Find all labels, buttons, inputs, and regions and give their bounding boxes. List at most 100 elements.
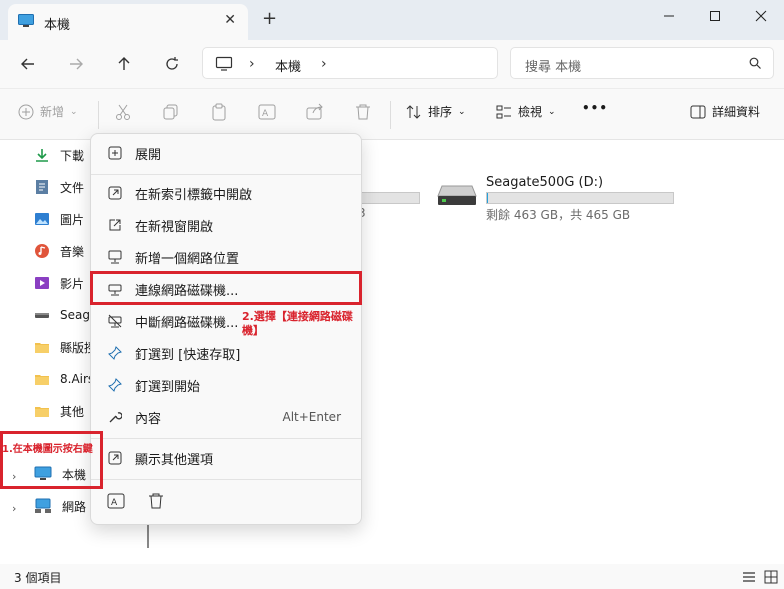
- drive-d-name[interactable]: Seagate500G (D:): [486, 175, 603, 190]
- highlight-map-drive: [90, 271, 362, 305]
- menu-item-properties[interactable]: 內容 Alt+Enter: [97, 403, 355, 431]
- monitor-icon: [215, 56, 233, 71]
- paste-button[interactable]: [210, 103, 228, 121]
- maximize-button[interactable]: [692, 0, 738, 32]
- menu-item-label: 內容: [135, 411, 162, 427]
- delete-button[interactable]: [354, 103, 372, 121]
- menu-item-pin-quick-access[interactable]: 釘選到 [快速存取]: [97, 339, 355, 367]
- menu-item-label: 在新索引標籤中開啟: [135, 187, 253, 203]
- drive-d-usage-bar: [486, 192, 674, 204]
- breadcrumb-separator[interactable]: ›: [249, 56, 255, 72]
- details-view-icon[interactable]: [742, 571, 756, 583]
- menu-item-show-more-options[interactable]: 顯示其他選項: [97, 444, 355, 472]
- new-tab-button[interactable]: +: [262, 10, 277, 28]
- minimize-button[interactable]: [646, 0, 692, 32]
- folder-icon: [35, 375, 49, 385]
- details-button[interactable]: 詳細資料: [690, 103, 760, 120]
- picture-icon: [35, 213, 49, 225]
- more-options-icon: [107, 450, 123, 466]
- network-icon: [35, 498, 51, 513]
- menu-delete-button[interactable]: [147, 492, 165, 513]
- disconnect-drive-icon: [107, 313, 123, 329]
- sidebar-item-folder-1[interactable]: 縣版授: [34, 335, 96, 359]
- forward-button[interactable]: [64, 52, 88, 76]
- sidebar-item-videos[interactable]: 影片: [34, 271, 84, 295]
- properties-icon: [107, 409, 123, 425]
- breadcrumb-separator[interactable]: ›: [321, 56, 327, 72]
- drive-d-info: 剩餘 463 GB，共 465 GB: [486, 208, 631, 222]
- share-button[interactable]: [306, 103, 324, 121]
- sidebar-item-documents[interactable]: 文件: [34, 175, 84, 199]
- copy-button[interactable]: [162, 103, 180, 121]
- annotation-step2: 2.選擇【連接網路磁碟 機】: [242, 310, 372, 338]
- search-placeholder: 搜尋 本機: [525, 60, 582, 75]
- plus-circle-icon: [18, 104, 34, 119]
- menu-item-label: 展開: [135, 147, 162, 163]
- sidebar-item-folder-3[interactable]: 其他: [34, 399, 84, 423]
- menu-divider: [91, 174, 361, 175]
- breadcrumb-this-pc[interactable]: 本機: [275, 56, 301, 75]
- sidebar-item-label: 文件: [60, 180, 85, 195]
- menu-item-open-new-window[interactable]: 在新視窗開啟: [97, 211, 355, 239]
- menu-item-expand[interactable]: 展開: [97, 139, 355, 167]
- drive-c-usage-bar: [358, 192, 420, 204]
- cut-button[interactable]: [114, 103, 132, 121]
- tab-this-pc[interactable]: 本機 ✕: [8, 4, 248, 40]
- new-label: 新增: [40, 105, 65, 119]
- rename-icon: A: [107, 493, 125, 509]
- sidebar-item-music[interactable]: 音樂: [34, 239, 84, 263]
- menu-divider: [91, 479, 361, 480]
- sidebar-item-label: 音樂: [60, 244, 85, 259]
- chevron-down-icon: ⌄: [548, 106, 556, 117]
- refresh-button[interactable]: [160, 52, 184, 76]
- sidebar-item-label: 網路: [62, 499, 87, 514]
- menu-divider: [91, 438, 361, 439]
- close-icon: [755, 10, 767, 22]
- chevron-right-icon[interactable]: ›: [12, 502, 16, 515]
- scissors-icon: [116, 104, 130, 120]
- clipboard-icon: [212, 103, 226, 121]
- annotation-step2-line1: 2.選擇【連接網路磁碟: [242, 310, 353, 323]
- view-icon: [496, 105, 511, 118]
- menu-item-label: 中斷網路磁碟機...: [135, 315, 239, 331]
- up-button[interactable]: [112, 52, 136, 76]
- navigation-pane: 下載 文件 圖片 音樂 影片 Seagat 縣版授 8.Airse 其他 › 本…: [0, 140, 102, 564]
- rename-button[interactable]: A: [258, 103, 276, 121]
- menu-item-label: 在新視窗開啟: [135, 219, 214, 235]
- view-button[interactable]: 檢視 ⌄: [496, 103, 556, 120]
- open-tab-icon: [107, 185, 123, 201]
- menu-item-add-network-location[interactable]: 新增一個網路位置: [97, 243, 355, 271]
- more-options-button[interactable]: •••: [582, 101, 608, 115]
- tab-close-icon[interactable]: ✕: [224, 12, 236, 28]
- arrow-left-icon: [21, 58, 34, 70]
- hard-drive-icon[interactable]: [436, 176, 478, 210]
- arrow-right-icon: [70, 58, 83, 70]
- sidebar-item-downloads[interactable]: 下載: [34, 143, 84, 167]
- scrollbar-thumb[interactable]: [147, 524, 149, 548]
- search-input[interactable]: 搜尋 本機: [510, 47, 774, 79]
- menu-item-pin-start[interactable]: 釘選到開始: [97, 371, 355, 399]
- pin-icon: [107, 345, 123, 361]
- sort-button[interactable]: 排序 ⌄: [406, 103, 466, 120]
- menu-rename-button[interactable]: A: [107, 492, 125, 513]
- sidebar-item-network[interactable]: 網路: [34, 494, 86, 518]
- svg-text:A: A: [262, 109, 269, 119]
- sidebar-item-pictures[interactable]: 圖片: [34, 207, 84, 231]
- document-icon: [36, 180, 48, 194]
- sidebar-item-label: 其他: [60, 404, 85, 419]
- details-pane-icon: [690, 105, 706, 118]
- back-button[interactable]: [16, 52, 40, 76]
- close-window-button[interactable]: [738, 0, 784, 32]
- title-bar: 本機 ✕ +: [0, 0, 784, 40]
- tiles-view-icon[interactable]: [764, 570, 778, 584]
- network-location-icon: [107, 249, 123, 265]
- annotation-step2-line2: 機】: [242, 324, 264, 337]
- maximize-icon: [710, 11, 720, 21]
- drive-icon: [35, 313, 49, 318]
- new-button[interactable]: 新增 ⌄: [18, 103, 78, 120]
- music-icon: [35, 244, 49, 258]
- svg-text:A: A: [111, 498, 118, 508]
- minimize-icon: [664, 15, 674, 17]
- address-bar[interactable]: › 本機 ›: [202, 47, 498, 79]
- menu-item-open-new-tab[interactable]: 在新索引標籤中開啟: [97, 179, 355, 207]
